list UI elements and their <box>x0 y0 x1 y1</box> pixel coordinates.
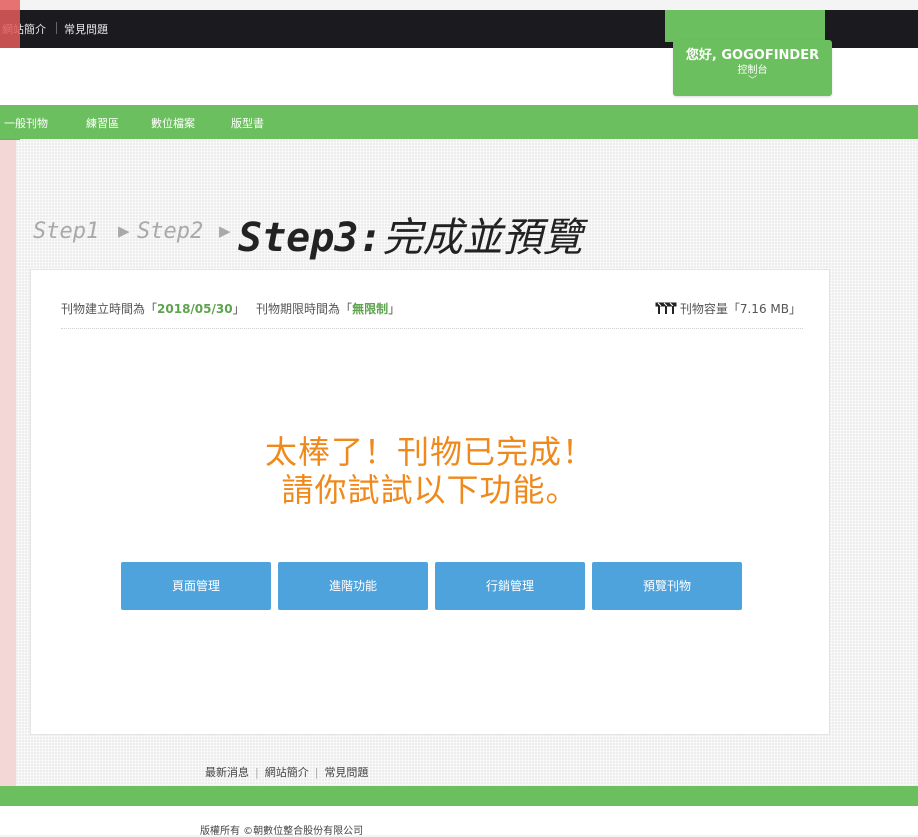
storage-icon <box>655 302 677 314</box>
step-3-current: Step3:完成並預覽 <box>238 205 583 263</box>
marketing-management-button[interactable]: 行銷管理 <box>435 562 585 610</box>
publication-capacity: 刊物容量「7.16 MB」 <box>655 300 801 317</box>
user-greeting: 您好, GOGOFINDER <box>685 48 820 63</box>
user-menu[interactable]: 您好, GOGOFINDER 控制台 ﹀ <box>673 40 832 96</box>
chevron-down-icon[interactable]: ﹀ <box>673 77 832 86</box>
topbar-divider <box>56 22 57 34</box>
footer-green-bar <box>0 786 918 806</box>
completion-panel: 刊物建立時間為「2018/05/30」 刊物期限時間為「無限制」 刊物容量「7.… <box>30 269 830 735</box>
page-management-button[interactable]: 頁面管理 <box>121 562 271 610</box>
publication-info: 刊物建立時間為「2018/05/30」 刊物期限時間為「無限制」 <box>61 300 400 317</box>
limit-value: 無限制 <box>352 302 389 316</box>
step-3-title: 完成並預覽 <box>382 215 583 261</box>
footer-link-about[interactable]: 網站簡介 <box>265 766 309 779</box>
topbar-link-faq[interactable]: 常見問題 <box>64 21 108 37</box>
nav-item-practice[interactable]: 練習區 <box>86 115 119 131</box>
created-prefix: 刊物建立時間為「 <box>61 302 158 316</box>
step-3-label: Step3: <box>238 215 383 261</box>
divider <box>61 328 803 329</box>
step-2: Step2 <box>137 219 204 244</box>
created-suffix: 」 <box>232 302 245 316</box>
step-1: Step1 <box>33 219 100 244</box>
capacity-value: 7.16 MB <box>739 302 789 316</box>
footer-separator: | <box>314 766 319 779</box>
main-nav: 一般刊物 練習區 數位檔案 版型書 <box>0 105 918 139</box>
footer-link-news[interactable]: 最新消息 <box>205 766 249 779</box>
advanced-features-button[interactable]: 進階功能 <box>278 562 428 610</box>
success-message: 太棒了！刊物已完成！ 請你試試以下功能。 <box>31 433 829 509</box>
success-line-2: 請你試試以下功能。 <box>281 471 579 509</box>
footer-links: 最新消息 | 網站簡介 | 常見問題 <box>205 764 368 780</box>
limit-suffix: 」 <box>388 302 401 316</box>
user-tab-background <box>665 10 825 42</box>
capacity-prefix: 刊物容量「 <box>679 302 740 316</box>
success-line-1: 太棒了！刊物已完成！ <box>264 433 595 471</box>
footer-band <box>0 806 918 835</box>
capacity-suffix: 」 <box>788 302 801 316</box>
nav-item-digital-files[interactable]: 數位檔案 <box>151 115 195 131</box>
footer-separator: | <box>255 766 259 779</box>
limit-prefix: 刊物期限時間為「 <box>256 302 353 316</box>
nav-item-general[interactable]: 一般刊物 <box>4 115 48 131</box>
created-date: 2018/05/30 <box>157 302 233 316</box>
preview-publication-button[interactable]: 預覽刊物 <box>592 562 742 610</box>
side-decoration <box>0 90 16 835</box>
footer-link-faq[interactable]: 常見問題 <box>324 766 368 779</box>
step-arrow-icon: ▶ <box>118 222 130 240</box>
nav-item-template-books[interactable]: 版型書 <box>231 115 264 131</box>
step-arrow-icon: ▶ <box>219 222 231 240</box>
